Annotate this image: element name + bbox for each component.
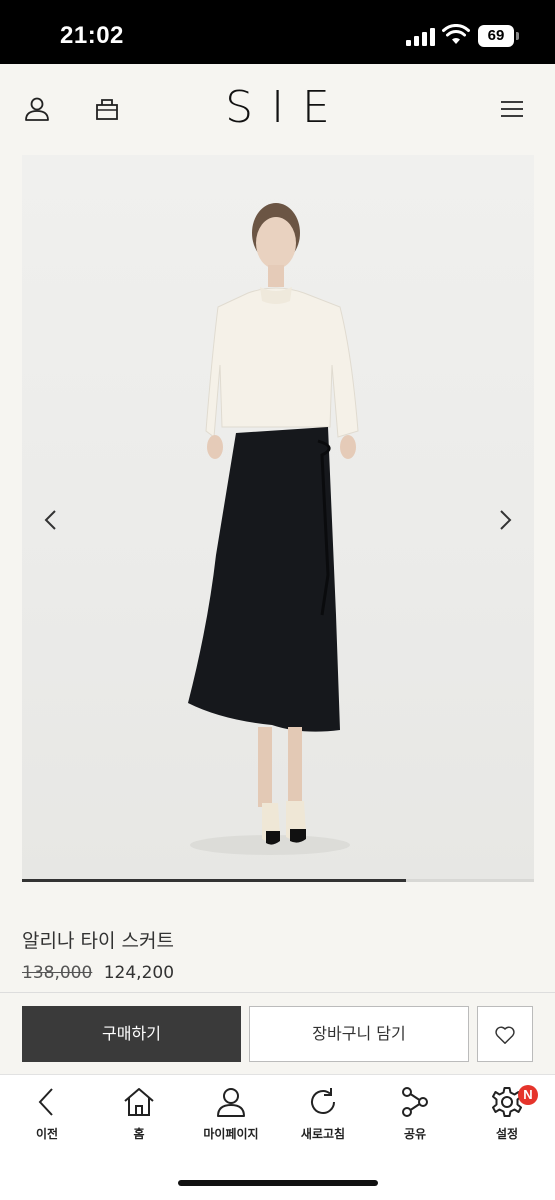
wifi-icon [442, 24, 470, 44]
nav-home[interactable]: 홈 [94, 1085, 184, 1155]
refresh-icon [311, 1088, 335, 1114]
add-to-cart-button[interactable]: 장바구니 담기 [249, 1006, 469, 1062]
nav-back-label: 이전 [35, 1127, 59, 1141]
nav-mypage-label: 마이페이지 [203, 1127, 259, 1141]
nav-share-label: 공유 [403, 1127, 427, 1141]
nav-mypage[interactable]: 마이페이지 [186, 1085, 276, 1155]
original-price: 138,000 [22, 963, 93, 983]
buy-button[interactable]: 구매하기 [22, 1006, 241, 1062]
cellular-signal-icon [406, 28, 436, 46]
nav-settings[interactable]: N 설정 [462, 1085, 552, 1155]
back-icon [38, 1088, 53, 1116]
site-header: SIE [0, 64, 555, 154]
nav-share[interactable]: 공유 [370, 1085, 460, 1155]
nav-refresh-label: 새로고침 [300, 1127, 346, 1141]
share-icon [402, 1087, 428, 1117]
home-icon [124, 1088, 154, 1116]
carousel-progress-fill [22, 879, 406, 882]
model-illustration [188, 203, 359, 855]
status-time: 21:02 [60, 22, 124, 49]
nav-back[interactable]: 이전 [2, 1085, 92, 1155]
nav-home-label: 홈 [133, 1127, 145, 1141]
product-name: 알리나 타이 스커트 [22, 930, 174, 952]
carousel-progress [22, 879, 534, 882]
status-bar: 21:02 69 [0, 0, 555, 64]
sale-price: 124,200 [103, 963, 175, 983]
product-image[interactable] [22, 155, 534, 880]
price-row: 138,000 124,200 [22, 963, 174, 983]
home-indicator [178, 1180, 378, 1186]
person-icon [217, 1088, 245, 1117]
notification-badge: N [518, 1085, 538, 1105]
nav-refresh[interactable]: 새로고침 [278, 1085, 368, 1155]
action-bar: 구매하기 장바구니 담기 [0, 992, 555, 1074]
chevron-left-icon[interactable] [36, 505, 66, 535]
chevron-right-icon[interactable] [490, 505, 520, 535]
wishlist-button[interactable] [477, 1006, 533, 1062]
battery-nub [516, 32, 519, 40]
battery-level: 69 [478, 25, 514, 47]
menu-icon[interactable] [497, 94, 527, 124]
heart-icon [495, 1026, 515, 1044]
brand-logo[interactable]: SIE [0, 82, 555, 133]
nav-settings-label: 설정 [495, 1127, 519, 1141]
